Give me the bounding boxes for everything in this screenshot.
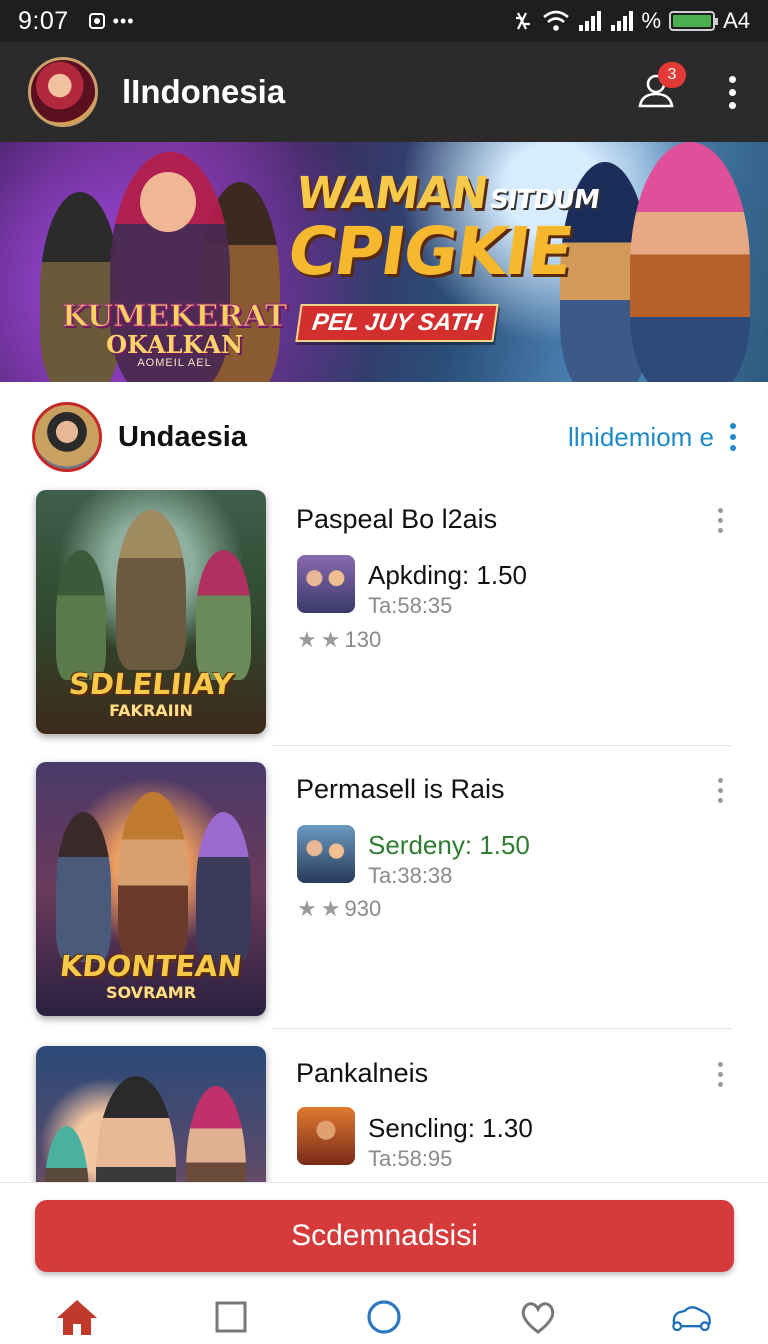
item-app-icon [297,555,355,613]
thumb-ally-left [56,812,111,962]
nav-games[interactable] [656,1290,726,1344]
list-item[interactable]: SDLELIIAY FAKRAIIN Paspeal Bo l2ais Apkd… [0,488,768,748]
nav-circle[interactable] [349,1290,419,1344]
circle-icon [367,1300,401,1334]
more-notifications-icon: ••• [112,10,135,31]
thumbnail-title: SDLELIIAY [67,667,235,701]
mute-icon [515,12,530,30]
item-time: Ta:58:95 [368,1146,453,1171]
thumb-hero [118,792,188,962]
banner-logo-subtitle: OKALKAN [106,330,243,359]
primary-action-button[interactable]: Scdemnadsisi [35,1200,734,1272]
list-item[interactable]: KDONTEAN SOVRAMR Permasell is Rais Serde… [0,760,768,1020]
bottom-navigation [0,1290,768,1344]
item-title[interactable]: Pankalneis [296,1058,428,1089]
rating-count: 130 [344,627,382,652]
thumbnail-caption: SDLELIIAY FAKRAIIN [36,667,266,720]
signal-percent: % [641,8,662,33]
star-icon: ★ [320,627,341,652]
thumbnail-title: KDONTEAN [58,949,244,983]
banner-headline-line1: WAMANSITDUM [293,168,601,219]
game-thumbnail[interactable]: KDONTEAN SOVRAMR [36,762,266,1016]
battery-level [673,15,712,27]
nav-favorites[interactable] [503,1290,573,1344]
banner-logo-tag: AOMEIL AEL [137,357,212,370]
thumbnail-caption: KDONTEAN SOVRAMR [36,949,266,1002]
star-icon: ★ [297,627,317,652]
square-icon [215,1301,247,1333]
thumb-ally-left [56,550,106,680]
app-bar: lIndonesia 3 [0,42,768,142]
star-icon: ★ [297,896,317,921]
thumb-ally-right [196,550,251,680]
rating-count: 930 [344,896,382,921]
nav-home[interactable] [42,1290,112,1344]
item-app-icon [297,825,355,883]
app-notification-icon [88,13,105,29]
banner-headline: WAMANSITDUM CPIGKIE [283,168,603,290]
nav-square[interactable] [195,1290,265,1344]
thumbnail-subtitle: SOVRAMR [105,983,197,1002]
item-time: Ta:58:35 [368,593,453,618]
home-icon [56,1300,97,1335]
banner-character-face [140,172,196,232]
item-rating: ★ ★ 130 [297,627,381,653]
thumb-ally-right [196,812,251,962]
thumb-hero [116,510,186,670]
item-version: Apkding: 1.50 [368,560,528,590]
wifi-icon [542,10,569,31]
notification-badge: 3 [658,62,686,88]
promo-banner[interactable]: KUMEKERAT OKALKAN AOMEIL AEL WAMANSITDUM… [0,142,768,382]
star-icon: ★ [320,896,341,921]
item-more-button[interactable] [718,778,723,803]
banner-headline-line2: CPIGKIE [283,213,577,290]
item-more-button[interactable] [718,1062,723,1087]
more-options-button[interactable] [724,75,740,109]
controller-icon [672,1306,712,1332]
status-bar: 9:07 ••• % A4 [0,0,768,42]
profile-avatar[interactable] [28,57,98,127]
app-bar-actions: 3 [636,62,740,114]
item-title[interactable]: Paspeal Bo l2ais [296,504,497,535]
status-right: % A4 [512,8,750,34]
item-app-icon [297,1107,355,1165]
battery-label: A4 [723,8,750,33]
page-title: lIndonesia [122,73,286,110]
banner-cta-button[interactable]: PEL JUY SATH [295,304,499,342]
banner-character-pink-hair [630,142,750,382]
section-more-button[interactable] [730,423,736,451]
item-title[interactable]: Permasell is Rais [296,774,505,805]
banner-game-logo: KUMEKERAT OKALKAN AOMEIL AEL [61,299,288,370]
section-header: Undaesia llnidemiom e [0,392,768,482]
item-version: Sencling: 1.30 [368,1113,533,1143]
section-avatar[interactable] [32,402,102,472]
profile-notifications-button[interactable]: 3 [636,62,686,114]
item-rating: ★ ★ 930 [297,896,381,922]
app-screen: 9:07 ••• % A4 lIndonesia 3 KUMEKERAT OKA… [0,0,768,1344]
list-divider [272,745,732,746]
item-more-button[interactable] [718,508,723,533]
section-see-more-link[interactable]: llnidemiom e [568,422,714,453]
thumbnail-subtitle: FAKRAIIN [109,701,193,720]
battery-icon [669,11,719,31]
signal-icon-2 [610,11,633,31]
item-time: Ta:38:38 [368,863,453,888]
item-version: Serdeny: 1.50 [368,830,530,860]
banner-headline-small: SITDUM [487,185,601,215]
game-thumbnail[interactable]: SDLELIIAY FAKRAIIN [36,490,266,734]
signal-icon [578,11,601,31]
heart-icon [521,1302,554,1334]
status-notification-icons: ••• [88,10,135,32]
list-divider [272,1028,732,1029]
section-title: Undaesia [118,420,247,453]
status-time: 9:07 [18,6,69,35]
banner-logo-title: KUMEKERAT [61,299,288,334]
